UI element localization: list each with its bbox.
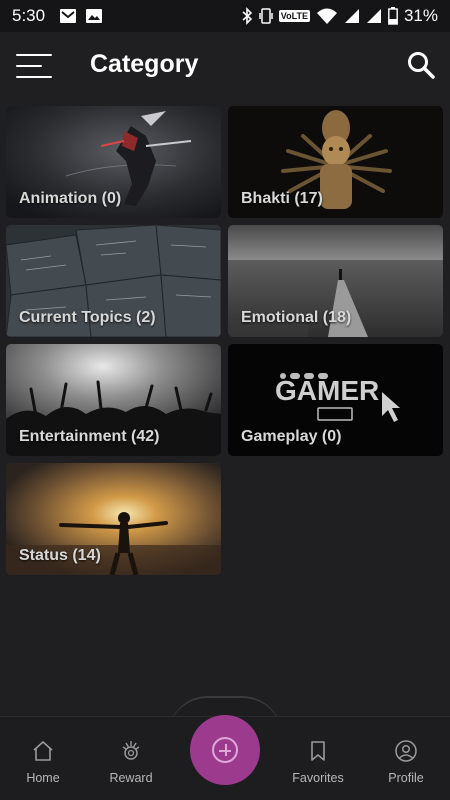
- status-bar: 5:30 VoLTE 31%: [0, 0, 450, 32]
- category-label: Entertainment (42): [19, 428, 160, 445]
- category-card-animation[interactable]: Animation (0): [6, 106, 221, 218]
- bluetooth-icon: [242, 7, 252, 25]
- nav-item-favorites[interactable]: Favorites: [278, 717, 358, 800]
- category-card-emotional[interactable]: Emotional (18): [228, 225, 443, 337]
- category-label: Status (14): [19, 547, 101, 564]
- nav-label-favorites: Favorites: [292, 771, 344, 785]
- signal-icon-2: [366, 9, 381, 23]
- category-label: Current Topics (2): [19, 309, 156, 326]
- category-card-current-topics[interactable]: Current Topics (2): [6, 225, 221, 337]
- gamer-logo-text: GAMER: [275, 375, 379, 406]
- plus-icon: [212, 737, 238, 763]
- bookmark-icon: [311, 741, 325, 761]
- page-title: Category: [90, 50, 199, 78]
- signal-icon: [344, 9, 359, 23]
- category-card-gameplay[interactable]: GAMER Gameplay (0): [228, 344, 443, 456]
- category-label: Emotional (18): [241, 309, 352, 326]
- nav-label-reward: Reward: [109, 771, 153, 785]
- nav-item-profile[interactable]: Profile: [366, 717, 446, 800]
- image-notification-icon: [86, 9, 103, 23]
- battery-percentage: 31%: [403, 6, 438, 25]
- nav-item-reward[interactable]: Reward: [91, 717, 171, 800]
- category-card-bhakti[interactable]: Bhakti (17): [228, 106, 443, 218]
- category-label: Bhakti (17): [241, 190, 323, 207]
- volte-badge: VoLTE: [278, 10, 310, 22]
- nav-label-home: Home: [26, 771, 60, 785]
- nav-label-profile: Profile: [388, 771, 424, 785]
- category-card-entertainment[interactable]: Entertainment (42): [6, 344, 221, 456]
- status-right: VoLTE 31%: [241, 6, 438, 26]
- status-time: 5:30: [12, 6, 46, 25]
- category-label: Gameplay (0): [241, 428, 342, 445]
- profile-icon: [395, 740, 417, 762]
- search-icon[interactable]: [406, 50, 436, 80]
- add-button[interactable]: [190, 715, 260, 785]
- home-icon: [33, 741, 53, 761]
- menu-icon[interactable]: [16, 52, 52, 80]
- category-grid: Animation (0) Bhakti (17) Current Topics…: [6, 106, 444, 575]
- wifi-icon: [316, 8, 337, 24]
- reward-icon: [122, 741, 140, 760]
- message-notification-icon: [60, 9, 77, 23]
- battery-icon: [388, 7, 398, 25]
- category-card-status[interactable]: Status (14): [6, 463, 221, 575]
- app-bar: Category: [0, 32, 450, 100]
- nav-item-home[interactable]: Home: [3, 717, 83, 800]
- vibrate-icon: [259, 8, 273, 24]
- category-label: Animation (0): [19, 190, 122, 207]
